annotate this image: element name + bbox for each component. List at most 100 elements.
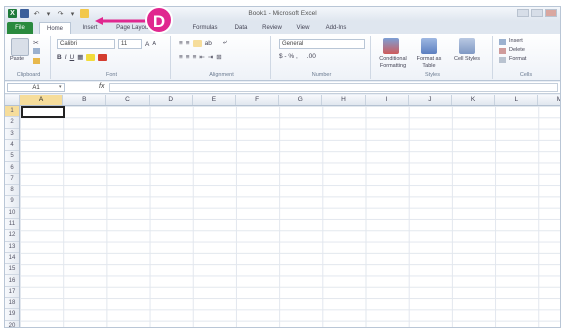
- row-header-16[interactable]: 16: [5, 276, 19, 287]
- row-header-19[interactable]: 19: [5, 309, 19, 321]
- align-bottom-icon[interactable]: [192, 39, 202, 47]
- font-size-select[interactable]: 11: [118, 39, 142, 49]
- format-cells-icon[interactable]: [499, 57, 506, 63]
- cells-group: Insert Delete Format Cells: [495, 36, 557, 79]
- title-bar: X ↶ ▾ ↷ ▾ Book1 - Microsoft Excel: [5, 7, 560, 21]
- grow-font-icon[interactable]: A: [145, 41, 149, 48]
- bold-icon[interactable]: B: [57, 54, 62, 61]
- window-controls: [517, 9, 557, 17]
- maximize-button[interactable]: [531, 9, 543, 17]
- wrap-text-icon[interactable]: ⤶: [223, 39, 227, 47]
- row-header-6[interactable]: 6: [5, 163, 19, 174]
- row-header-9[interactable]: 9: [5, 196, 19, 208]
- align-center-icon[interactable]: ≡: [186, 54, 190, 61]
- orientation-icon[interactable]: ab: [205, 40, 212, 47]
- column-header-e[interactable]: E: [193, 95, 236, 105]
- font-row-2: B I U ▦: [57, 53, 108, 61]
- column-header-i[interactable]: I: [366, 95, 409, 105]
- insert-function-icon[interactable]: fx: [99, 83, 104, 90]
- column-header-f[interactable]: F: [236, 95, 280, 105]
- row-header-2[interactable]: 2: [5, 117, 19, 129]
- row-header-11[interactable]: 11: [5, 219, 19, 231]
- name-box-dropdown-icon[interactable]: ▾: [59, 84, 62, 90]
- cell-styles-label[interactable]: Cell Styles: [451, 56, 483, 63]
- decimal-icon[interactable]: .00: [307, 53, 316, 60]
- insert-cells-button[interactable]: Insert: [509, 38, 523, 45]
- underline-icon[interactable]: U: [70, 54, 75, 61]
- align-left-icon[interactable]: ≡: [179, 54, 183, 61]
- align-top-icon[interactable]: ≡: [179, 40, 183, 47]
- column-header-h[interactable]: H: [322, 95, 366, 105]
- column-header-m[interactable]: M: [538, 95, 560, 105]
- number-symbols[interactable]: $ - % ,: [279, 53, 298, 60]
- copy-icon[interactable]: [33, 48, 40, 54]
- row-header-3[interactable]: 3: [5, 129, 19, 140]
- format-cells-button[interactable]: Format: [509, 56, 526, 63]
- tab-view[interactable]: View: [291, 22, 315, 34]
- insert-cells-icon[interactable]: [499, 39, 506, 45]
- font-name-select[interactable]: Calibri: [57, 39, 115, 49]
- format-painter-icon[interactable]: [33, 58, 40, 64]
- cell-styles-icon[interactable]: [459, 38, 475, 54]
- column-header-b[interactable]: B: [63, 95, 107, 105]
- row-header-5[interactable]: 5: [5, 151, 19, 163]
- column-header-d[interactable]: D: [150, 95, 193, 105]
- align-middle-icon[interactable]: ≡: [186, 40, 190, 47]
- delete-cells-icon[interactable]: [499, 48, 506, 54]
- delete-cells-button[interactable]: Delete: [509, 47, 525, 54]
- column-headers: ABCDEFGHIJKLM: [5, 95, 560, 106]
- row-header-17[interactable]: 17: [5, 287, 19, 299]
- italic-icon[interactable]: I: [65, 54, 67, 61]
- row-header-1[interactable]: 1: [5, 106, 19, 118]
- column-header-j[interactable]: J: [409, 95, 452, 105]
- column-header-c[interactable]: C: [106, 95, 150, 105]
- fill-color-icon[interactable]: [86, 53, 96, 61]
- row-header-14[interactable]: 14: [5, 253, 19, 265]
- cut-icon[interactable]: ✂: [33, 39, 39, 47]
- tab-file[interactable]: File: [7, 22, 33, 34]
- column-header-g[interactable]: G: [279, 95, 323, 105]
- row-header-20[interactable]: 20: [5, 321, 19, 327]
- format-as-table-icon[interactable]: [421, 38, 437, 54]
- row-header-10[interactable]: 10: [5, 208, 19, 219]
- paste-icon[interactable]: [11, 38, 29, 56]
- tab-data[interactable]: Data: [229, 22, 253, 34]
- conditional-formatting-label[interactable]: Conditional Formatting: [375, 56, 411, 70]
- styles-group-label: Styles: [425, 72, 440, 78]
- minimize-button[interactable]: [517, 9, 529, 17]
- format-as-table-label[interactable]: Format as Table: [413, 56, 445, 70]
- row-header-18[interactable]: 18: [5, 298, 19, 310]
- number-format-select[interactable]: General: [279, 39, 365, 49]
- callout-arrow: [95, 17, 149, 25]
- tab-review[interactable]: Review: [257, 22, 287, 34]
- close-button[interactable]: [545, 9, 557, 17]
- column-header-k[interactable]: K: [452, 95, 496, 105]
- column-header-a[interactable]: A: [20, 95, 64, 105]
- row-header-7[interactable]: 7: [5, 174, 19, 186]
- row-header-15[interactable]: 15: [5, 264, 19, 276]
- tab-formulas[interactable]: Formulas: [187, 22, 223, 34]
- styles-group: Conditional Formatting Format as Table C…: [373, 36, 493, 79]
- tab-add-ins[interactable]: Add-Ins: [319, 22, 353, 34]
- conditional-formatting-icon[interactable]: [383, 38, 399, 54]
- decrease-indent-icon[interactable]: ⇤: [199, 53, 204, 61]
- row-header-8[interactable]: 8: [5, 185, 19, 197]
- row-header-4[interactable]: 4: [5, 140, 19, 152]
- row-headers: 1 2 3 4 5 6 7 8 9 10 11 12 13 14 15 16 17 18 19 20: [5, 106, 20, 327]
- select-all-corner[interactable]: [5, 95, 20, 105]
- increase-indent-icon[interactable]: ⇥: [208, 53, 213, 61]
- shrink-font-icon[interactable]: A: [152, 41, 156, 47]
- worksheet-grid[interactable]: [20, 106, 560, 327]
- tab-home[interactable]: Home: [39, 22, 71, 34]
- name-box[interactable]: A1: [7, 83, 65, 92]
- row-header-12[interactable]: 12: [5, 230, 19, 242]
- active-cell-a1[interactable]: [21, 106, 65, 118]
- row-header-13[interactable]: 13: [5, 242, 19, 253]
- column-header-l[interactable]: L: [495, 95, 539, 105]
- font-color-icon[interactable]: [98, 53, 108, 61]
- paste-label[interactable]: Paste: [10, 56, 24, 63]
- borders-icon[interactable]: ▦: [77, 53, 83, 61]
- merge-center-icon[interactable]: ⊞: [216, 53, 221, 61]
- align-right-icon[interactable]: ≡: [193, 54, 197, 61]
- formula-input[interactable]: [109, 83, 558, 92]
